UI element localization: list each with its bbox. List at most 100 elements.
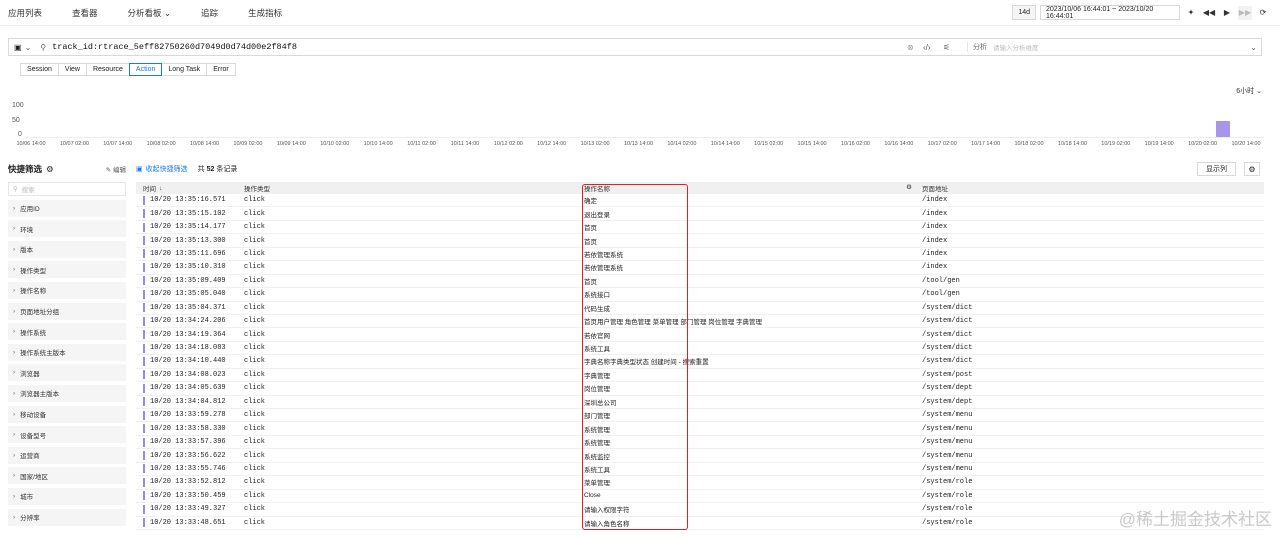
edit-button[interactable]: ✎ 编辑 — [106, 164, 126, 174]
tab-session[interactable]: Session — [20, 63, 59, 76]
row-marker — [143, 262, 145, 272]
cell-time: 10/20 13:33:52.812 — [136, 477, 244, 487]
chevron-down-icon[interactable]: ⌄ — [1250, 43, 1257, 52]
table-row[interactable]: 10/20 13:35:05.040 click 系统接口/tool/gen — [136, 288, 1264, 302]
filter-item[interactable]: › 操作系统主版本 — [8, 343, 126, 361]
chevron-right-icon: › — [13, 204, 16, 212]
y-tick-0: 0 — [18, 131, 22, 138]
time-range-picker[interactable]: 2023/10/06 16:44:01 ~ 2023/10/20 16:44:0… — [1040, 5, 1180, 20]
cell-type: click — [244, 370, 266, 379]
range-tag[interactable]: 14d — [1012, 5, 1036, 20]
gear-icon[interactable]: ⚙ — [1244, 162, 1260, 176]
filter-item[interactable]: › 操作名称 — [8, 281, 126, 299]
nav-trace[interactable]: 追踪 — [201, 7, 218, 19]
cell-type: click — [244, 518, 266, 527]
filter-clear-icon[interactable]: ⚟ — [943, 43, 950, 52]
cell-time: 10/20 13:35:13.300 — [136, 236, 244, 246]
filter-item[interactable]: › 城市 — [8, 487, 126, 505]
table-row[interactable]: 10/20 13:34:05.639 click 岗位管理/system/dept — [136, 382, 1264, 396]
analysis-input[interactable]: 请输入分析维度 — [993, 42, 1039, 52]
filter-item[interactable]: › 应用ID — [8, 199, 126, 217]
cell-type: click — [244, 478, 266, 487]
table-row[interactable]: 10/20 13:34:08.023 click 字典管理/system/post — [136, 369, 1264, 383]
col-type: 操作类型 — [244, 186, 270, 193]
table-row[interactable]: 10/20 13:34:24.206 click 首页用户管理 角色管理 菜单管理 … — [136, 315, 1264, 329]
table-row[interactable]: 10/20 13:35:04.371 click 代码生成/system/dict — [136, 302, 1264, 315]
gear-icon[interactable]: ⚙ — [46, 164, 54, 175]
nav-dashboard[interactable]: 分析看板 ⌄ — [128, 7, 172, 19]
time-text: 10/20 13:34:24.206 — [150, 317, 226, 326]
filter-item[interactable]: › 移动设备 — [8, 405, 126, 423]
x-tick-label: 10/16 02:00 — [840, 141, 870, 147]
code-icon[interactable]: ‹/› — [923, 43, 931, 52]
sort-icon[interactable]: ↓ — [159, 185, 163, 192]
analysis-label: 分析 — [967, 42, 987, 52]
filter-item[interactable]: › 分辨率 — [8, 508, 126, 526]
tab-action[interactable]: Action — [128, 63, 163, 76]
tab-long-task[interactable]: Long Task — [161, 63, 208, 76]
table-row[interactable]: 10/20 13:34:10.440 click 字典名称字典类型状态 创建时间 -… — [136, 355, 1264, 369]
table-row[interactable]: 10/20 13:33:56.622 click 系统监控/system/menu — [136, 449, 1264, 463]
tab-view[interactable]: View — [57, 63, 87, 76]
table-row[interactable]: 10/20 13:33:52.812 click 菜单管理/system/role — [136, 476, 1264, 490]
cell-type: click — [244, 330, 266, 339]
interval-label: 6小时 — [1236, 88, 1255, 95]
table-row[interactable]: 10/20 13:35:09.409 click 首页/tool/gen — [136, 275, 1264, 289]
table-row[interactable]: 10/20 13:35:10.310 click 若依管理系统/index — [136, 261, 1264, 275]
table-row[interactable]: 10/20 13:34:04.812 click 深圳总公司/system/dept — [136, 396, 1264, 409]
table-row[interactable]: 10/20 13:33:57.396 click 系统管理/system/menu — [136, 436, 1264, 450]
tab-error[interactable]: Error — [206, 63, 236, 76]
table-header: 时间 ↓ 操作类型 操作名称 ⚙ 页面地址 — [136, 182, 1264, 194]
filter-item[interactable]: › 操作类型 — [8, 261, 126, 279]
query-type-icon[interactable]: ▣ — [14, 43, 22, 52]
column-settings-icon[interactable]: ⚙ — [906, 183, 912, 191]
time-text: 10/20 13:33:57.396 — [150, 438, 226, 447]
pin-icon[interactable]: ✦ — [1184, 6, 1198, 20]
play-icon[interactable]: ▶ — [1220, 6, 1234, 20]
display-columns-button[interactable]: 显示列 — [1197, 162, 1236, 176]
table-row[interactable]: 10/20 13:35:14.177 click 首页/index — [136, 221, 1264, 235]
chevron-down-icon[interactable]: ⌄ — [25, 43, 32, 52]
table-row[interactable]: 10/20 13:35:11.696 click 若依管理系统/index — [136, 248, 1264, 262]
filter-item[interactable]: › 浏览器主版本 — [8, 384, 126, 402]
col-time[interactable]: 时间 ↓ — [136, 183, 244, 194]
tab-resource[interactable]: Resource — [85, 63, 130, 76]
rewind-icon[interactable]: ◀◀ — [1202, 6, 1216, 20]
table-row[interactable]: 10/20 13:34:18.083 click 系统工具/system/dict — [136, 342, 1264, 356]
collapse-filter-link[interactable]: 收起快捷筛选 — [146, 164, 188, 174]
filter-item[interactable]: › 操作系统 — [8, 323, 126, 341]
table-row[interactable]: 10/20 13:33:49.327 click 请输入权限字符/system/ro… — [136, 503, 1264, 517]
collapse-icon[interactable]: ▣ — [136, 165, 143, 173]
chevron-right-icon: › — [13, 266, 16, 274]
time-text: 10/20 13:34:18.083 — [150, 344, 226, 353]
table-row[interactable]: 10/20 13:33:50.459 click Close/system/role — [136, 490, 1264, 504]
filter-item[interactable]: › 页面地址分组 — [8, 302, 126, 320]
table-row[interactable]: 10/20 13:34:19.364 click 若依官网/system/dict — [136, 328, 1264, 342]
filter-item[interactable]: › 国家/地区 — [8, 467, 126, 485]
filter-item[interactable]: › 浏览器 — [8, 364, 126, 382]
cell-url: /system/role — [922, 518, 973, 527]
filter-item[interactable]: › 版本 — [8, 240, 126, 258]
nav-explorer[interactable]: 查看器 — [72, 7, 98, 19]
filter-item[interactable]: › 运营商 — [8, 446, 126, 464]
filter-item[interactable]: › 环境 — [8, 220, 126, 238]
table-row[interactable]: 10/20 13:33:58.330 click 系统管理/system/menu — [136, 422, 1264, 436]
table-row[interactable]: 10/20 13:33:48.651 click 请输入角色名称/system/ro… — [136, 517, 1264, 530]
query-input[interactable]: track_id:rtrace_5eff82750260d7049d0d74d0… — [52, 42, 297, 52]
clear-icon[interactable]: ⊗ — [907, 43, 914, 52]
filter-search-input[interactable]: ⚲ 搜索 — [8, 182, 126, 196]
nav-app-list[interactable]: 应用列表 — [8, 7, 42, 19]
filter-item[interactable]: › 设备型号 — [8, 426, 126, 444]
x-tick-label: 10/15 14:00 — [797, 141, 827, 147]
table-row[interactable]: 10/20 13:35:15.102 click 退出登录/index — [136, 207, 1264, 221]
table-row[interactable]: 10/20 13:33:59.278 click 部门管理/system/menu — [136, 409, 1264, 423]
interval-select[interactable]: 6小时 ⌄ — [1236, 86, 1262, 96]
table-row[interactable]: 10/20 13:35:13.300 click 首页/index — [136, 234, 1264, 248]
histogram-bar[interactable] — [1216, 121, 1231, 137]
fast-forward-icon[interactable]: ▶▶ — [1238, 5, 1252, 20]
refresh-icon[interactable]: ⟳ — [1256, 6, 1270, 20]
cell-time: 10/20 13:35:14.177 — [136, 222, 244, 232]
nav-metrics[interactable]: 生成指标 — [248, 7, 282, 19]
table-row[interactable]: 10/20 13:33:55.746 click 系统工具/system/menu — [136, 463, 1264, 477]
table-row[interactable]: 10/20 13:35:16.571 click 确定/index — [136, 194, 1264, 208]
